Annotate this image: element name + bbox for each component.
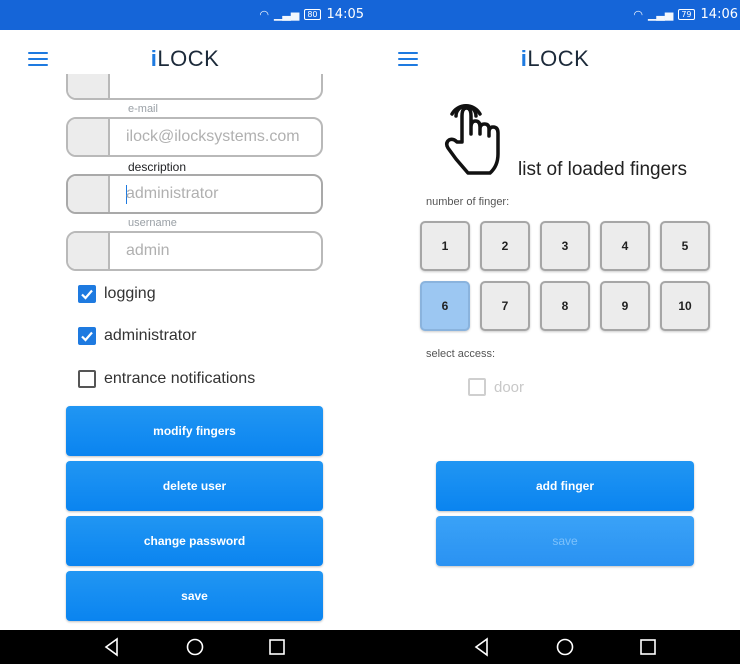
description-field[interactable] <box>66 174 323 214</box>
door-label: door <box>494 378 525 396</box>
battery-level: 80 <box>304 9 321 20</box>
logging-checkbox[interactable] <box>78 285 96 303</box>
administrator-checkbox-row[interactable]: administrator <box>78 327 196 345</box>
save-button[interactable]: save <box>66 571 323 621</box>
field-icon-box <box>68 119 110 155</box>
select-access-label: select access: <box>426 348 496 360</box>
status-indicators: ◠ ▁▃▅ 79 14:06 <box>633 7 738 22</box>
finger-button-7[interactable]: 7 <box>480 281 530 331</box>
door-checkbox-row[interactable]: door <box>468 378 524 396</box>
description-label: description <box>128 160 187 174</box>
email-label: e-mail <box>128 103 158 115</box>
username-label: username <box>128 217 177 229</box>
wifi-icon: ◠ <box>633 8 643 21</box>
home-circle-icon[interactable] <box>553 636 577 658</box>
left-screen: ◠ ▁▃▅ 80 14:05 iLOCK e-mail description … <box>0 0 370 664</box>
status-bar: ◠ ▁▃▅ 80 14:05 <box>0 0 370 30</box>
delete-user-button[interactable]: delete user <box>66 461 323 511</box>
recents-square-icon[interactable] <box>636 636 660 658</box>
app-bar: iLOCK <box>370 30 740 86</box>
email-input[interactable] <box>126 119 316 155</box>
administrator-label: administrator <box>104 327 197 344</box>
app-title: iLOCK <box>150 46 220 71</box>
battery-level: 79 <box>678 9 695 20</box>
finger-button-10[interactable]: 10 <box>660 281 710 331</box>
door-checkbox[interactable] <box>468 378 486 396</box>
modify-fingers-button[interactable]: modify fingers <box>66 406 323 456</box>
app-title: iLOCK <box>520 46 590 71</box>
username-input[interactable] <box>126 233 316 269</box>
field-icon-box <box>68 233 110 269</box>
status-time: 14:05 <box>326 7 364 22</box>
entrance-notifications-label: entrance notifications <box>104 370 256 387</box>
scrolled-field[interactable] <box>66 74 323 100</box>
right-screen: ◠ ▁▃▅ 79 14:06 iLOCK list of loaded fing… <box>370 0 740 664</box>
finger-button-8[interactable]: 8 <box>540 281 590 331</box>
finger-button-3[interactable]: 3 <box>540 221 590 271</box>
checkmark-icon <box>81 289 93 300</box>
username-field[interactable] <box>66 231 323 271</box>
finger-button-2[interactable]: 2 <box>480 221 530 271</box>
field-icon-box <box>68 74 110 98</box>
administrator-checkbox[interactable] <box>78 327 96 345</box>
finger-button-1[interactable]: 1 <box>420 221 470 271</box>
navigation-bar <box>0 630 370 664</box>
wifi-icon: ◠ <box>259 8 269 21</box>
logging-label: logging <box>104 285 156 302</box>
description-input[interactable] <box>126 176 316 212</box>
finger-button-9[interactable]: 9 <box>600 281 650 331</box>
signal-icon: ▁▃▅ <box>273 8 300 21</box>
number-of-finger-label: number of finger: <box>426 196 510 208</box>
list-title: list of loaded fingers <box>518 159 687 180</box>
finger-button-6[interactable]: 6 <box>420 281 470 331</box>
add-finger-button[interactable]: add finger <box>436 461 694 511</box>
hand-pointer-icon <box>444 104 500 175</box>
status-indicators: ◠ ▁▃▅ 80 14:05 <box>259 7 364 22</box>
email-field[interactable] <box>66 117 323 157</box>
field-icon-box <box>68 176 110 212</box>
back-triangle-icon[interactable] <box>470 636 494 658</box>
logging-checkbox-row[interactable]: logging <box>78 285 156 303</box>
entrance-notifications-checkbox[interactable] <box>78 370 96 388</box>
navigation-bar <box>370 630 740 664</box>
checkmark-icon <box>81 331 93 342</box>
home-circle-icon[interactable] <box>183 636 207 658</box>
recents-square-icon[interactable] <box>265 636 289 658</box>
entrance-notifications-checkbox-row[interactable]: entrance notifications <box>78 370 255 388</box>
status-time: 14:06 <box>700 7 738 22</box>
status-bar: ◠ ▁▃▅ 79 14:06 <box>370 0 740 30</box>
back-triangle-icon[interactable] <box>100 636 124 658</box>
change-password-button[interactable]: change password <box>66 516 323 566</box>
finger-button-4[interactable]: 4 <box>600 221 650 271</box>
finger-button-5[interactable]: 5 <box>660 221 710 271</box>
signal-icon: ▁▃▅ <box>647 8 674 21</box>
save-button-disabled[interactable]: save <box>436 516 694 566</box>
